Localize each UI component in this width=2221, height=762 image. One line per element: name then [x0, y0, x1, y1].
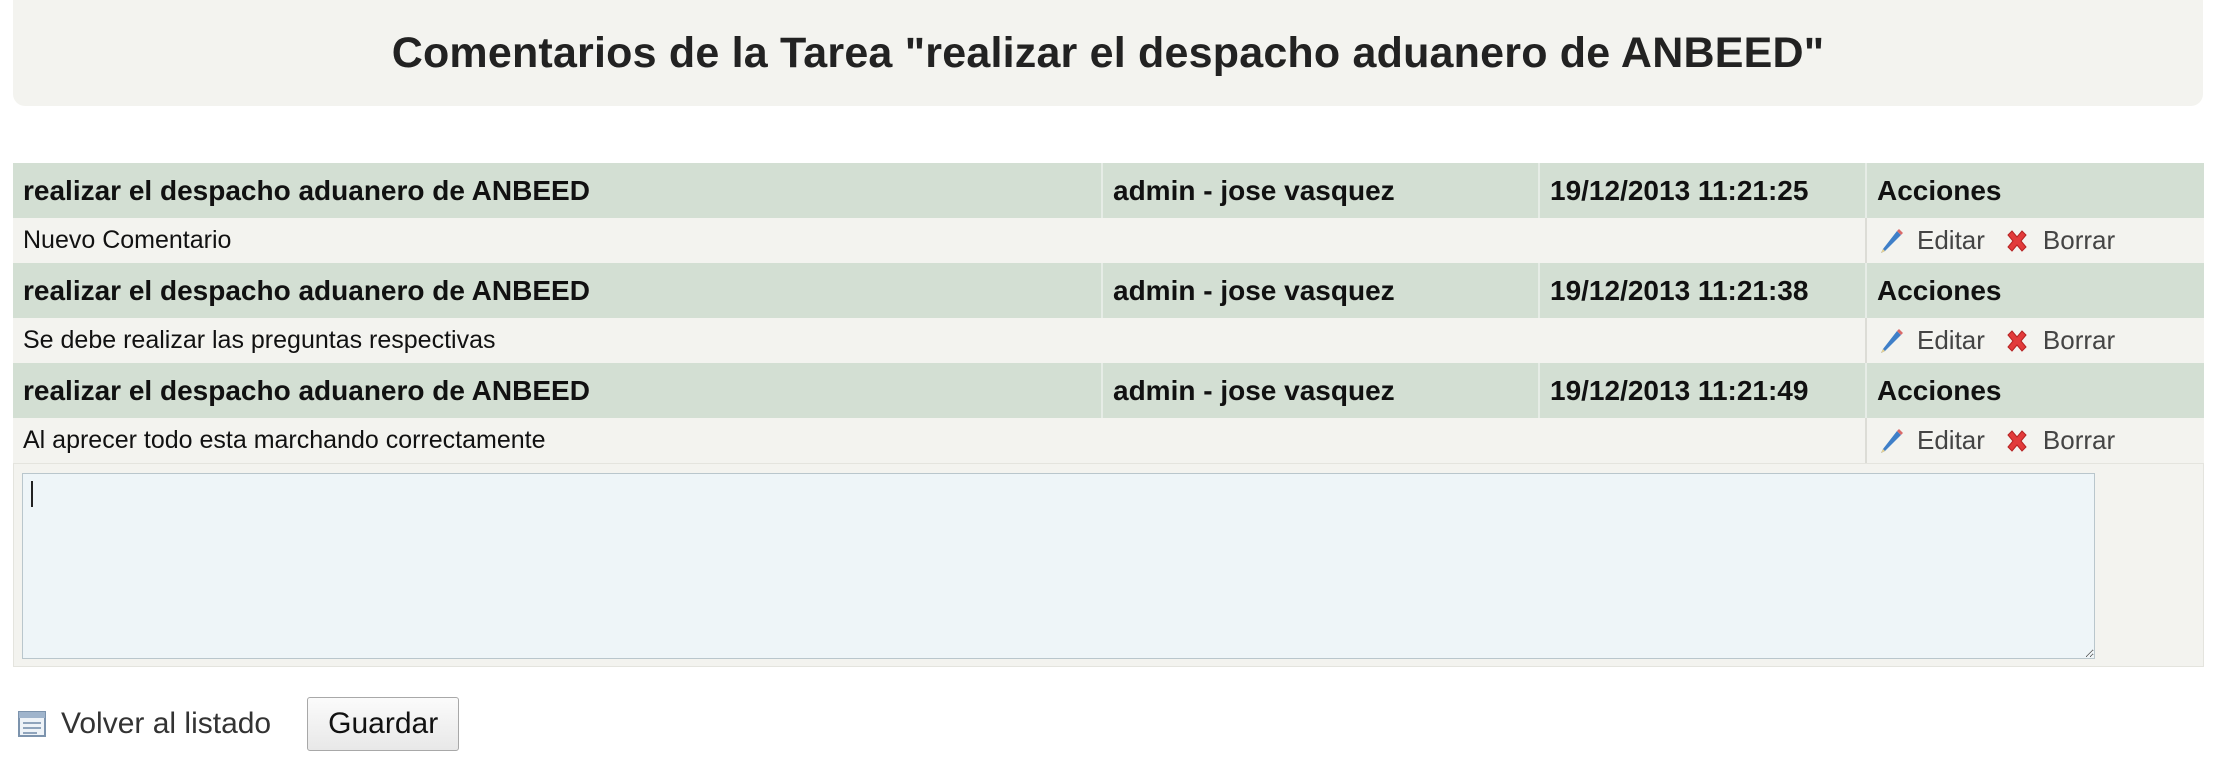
- edit-comment-link[interactable]: Editar: [1877, 225, 1985, 256]
- delete-label: Borrar: [2042, 425, 2116, 455]
- delete-comment-link[interactable]: Borrar: [2003, 425, 2115, 456]
- comments-table: realizar el despacho aduanero de ANBEED …: [13, 163, 2204, 463]
- comment-actions: Editar Borrar: [1866, 418, 2204, 463]
- comment-actions: Editar Borrar: [1866, 218, 2204, 263]
- pencil-icon: [1877, 427, 1905, 455]
- pencil-icon: [1877, 227, 1905, 255]
- comment-user: admin - jose vasquez: [1102, 363, 1540, 418]
- comment-user: admin - jose vasquez: [1102, 163, 1540, 218]
- form-footer: Volver al listado Guardar: [17, 697, 460, 751]
- delete-x-icon: [2003, 327, 2031, 355]
- comment-actions-header: Acciones: [1866, 363, 2204, 418]
- delete-label: Borrar: [2042, 325, 2116, 355]
- comment-textarea[interactable]: [22, 473, 2095, 659]
- comment-header-row: realizar el despacho aduanero de ANBEED …: [13, 363, 2204, 418]
- comment-text: Al aprecer todo esta marchando correctam…: [13, 418, 1867, 463]
- comment-user: admin - jose vasquez: [1102, 263, 1540, 318]
- comment-text: Se debe realizar las preguntas respectiv…: [13, 318, 1867, 363]
- page-title: Comentarios de la Tarea "realizar el des…: [391, 28, 1825, 77]
- comment-header-row: realizar el despacho aduanero de ANBEED …: [13, 163, 2204, 218]
- edit-comment-link[interactable]: Editar: [1877, 325, 1985, 356]
- edit-label: Editar: [1917, 225, 1985, 255]
- pencil-icon: [1877, 327, 1905, 355]
- delete-comment-link[interactable]: Borrar: [2003, 225, 2115, 256]
- text-cursor: [31, 481, 33, 507]
- back-to-list-label: Volver al listado: [61, 707, 272, 740]
- comment-body-row: Nuevo Comentario Editar Borrar: [13, 218, 2204, 263]
- comment-task: realizar el despacho aduanero de ANBEED: [13, 263, 1103, 318]
- delete-comment-link[interactable]: Borrar: [2003, 325, 2115, 356]
- comment-datetime: 19/12/2013 11:21:38: [1539, 263, 1867, 318]
- delete-label: Borrar: [2042, 225, 2116, 255]
- delete-x-icon: [2003, 227, 2031, 255]
- comment-datetime: 19/12/2013 11:21:49: [1539, 363, 1867, 418]
- comment-actions-header: Acciones: [1866, 263, 2204, 318]
- comment-header-row: realizar el despacho aduanero de ANBEED …: [13, 263, 2204, 318]
- delete-x-icon: [2003, 427, 2031, 455]
- comment-datetime: 19/12/2013 11:21:25: [1539, 163, 1867, 218]
- comment-actions: Editar Borrar: [1866, 318, 2204, 363]
- edit-label: Editar: [1917, 325, 1985, 355]
- comment-body-row: Se debe realizar las preguntas respectiv…: [13, 318, 2204, 363]
- comment-task: realizar el despacho aduanero de ANBEED: [13, 363, 1103, 418]
- edit-comment-link[interactable]: Editar: [1877, 425, 1985, 456]
- title-panel: Comentarios de la Tarea "realizar el des…: [13, 0, 2203, 106]
- comment-task: realizar el despacho aduanero de ANBEED: [13, 163, 1103, 218]
- list-icon: [17, 709, 47, 739]
- comment-actions-header: Acciones: [1866, 163, 2204, 218]
- comment-text: Nuevo Comentario: [13, 218, 1867, 263]
- comment-body-row: Al aprecer todo esta marchando correctam…: [13, 418, 2204, 463]
- save-button[interactable]: Guardar: [307, 697, 460, 751]
- edit-label: Editar: [1917, 425, 1985, 455]
- back-to-list-link[interactable]: Volver al listado: [17, 707, 271, 741]
- new-comment-panel: [13, 463, 2204, 667]
- comments-page: Comentarios de la Tarea "realizar el des…: [0, 0, 2221, 762]
